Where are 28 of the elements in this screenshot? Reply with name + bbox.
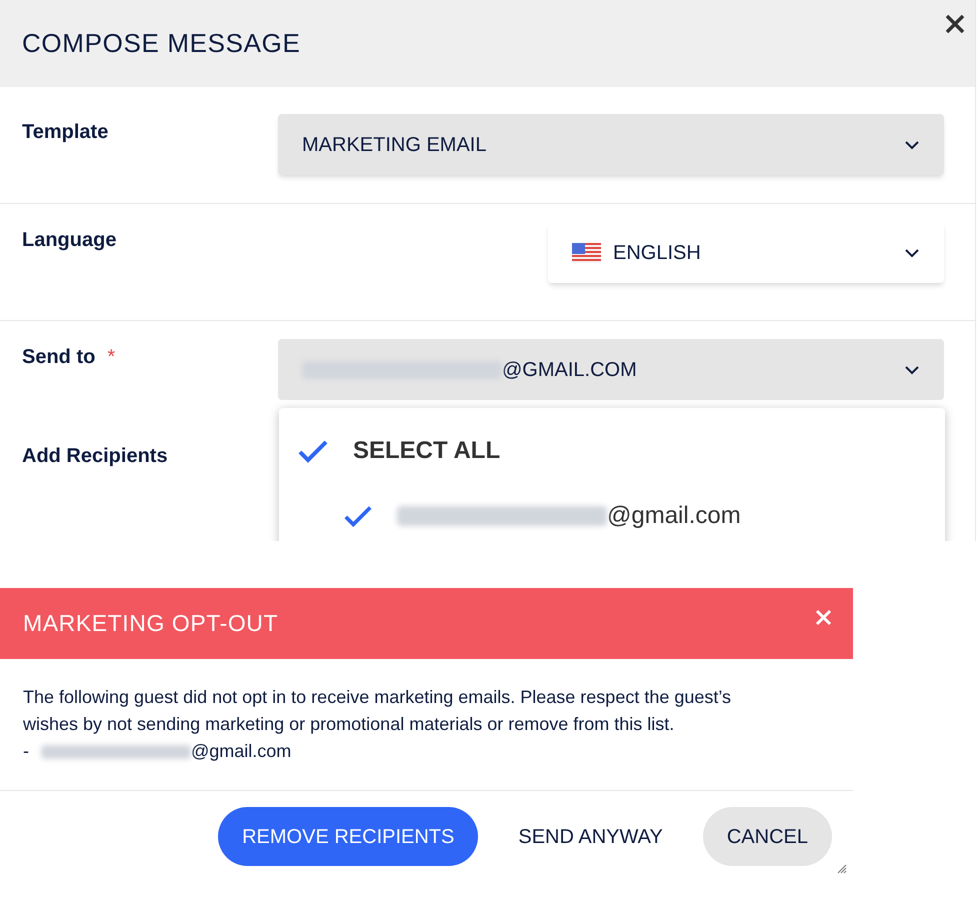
send-anyway-button[interactable]: SEND ANYWAY <box>494 807 687 866</box>
close-button[interactable] <box>943 12 967 36</box>
chevron-down-icon <box>904 248 920 258</box>
field-label: Language <box>22 228 116 253</box>
close-icon <box>945 14 965 34</box>
alert-message: The following guest did not opt in to receive marketing emails. Please respect the guest’s wishes by not sending marketing or promotional materials or remove from this list. <box>23 686 732 736</box>
recipient-value: @GMAIL.COM <box>502 358 637 382</box>
close-icon <box>814 608 832 626</box>
field-label: Template <box>22 120 108 145</box>
alert-title: MARKETING OPT-OUT <box>23 609 278 638</box>
chevron-down-icon <box>904 140 920 150</box>
resize-grip-icon[interactable] <box>837 864 847 874</box>
field-label: Add Recipients <box>22 445 168 467</box>
required-asterisk: * <box>107 345 116 370</box>
list-dash: - <box>23 740 29 763</box>
recipients-dropdown[interactable]: @GMAIL.COM <box>278 339 944 400</box>
language-value: ENGLISH <box>613 240 701 266</box>
dialog-title: COMPOSE MESSAGE <box>22 27 300 60</box>
guest-email: @gmail.com <box>191 740 292 763</box>
us-flag-icon <box>572 242 601 262</box>
field-label: Send to <box>22 345 96 370</box>
menu-item[interactable]: SELECT ALL <box>279 418 945 483</box>
template-dropdown[interactable]: MARKETING EMAIL <box>278 114 944 175</box>
chevron-down-icon <box>904 364 920 374</box>
menu-item[interactable]: @gmail.com <box>279 483 945 541</box>
cancel-button[interactable]: CANCEL <box>702 807 832 866</box>
remove-recipients-button[interactable]: REMOVE RECIPIENTS <box>218 807 478 866</box>
language-dropdown[interactable]: ENGLISH <box>548 222 944 283</box>
